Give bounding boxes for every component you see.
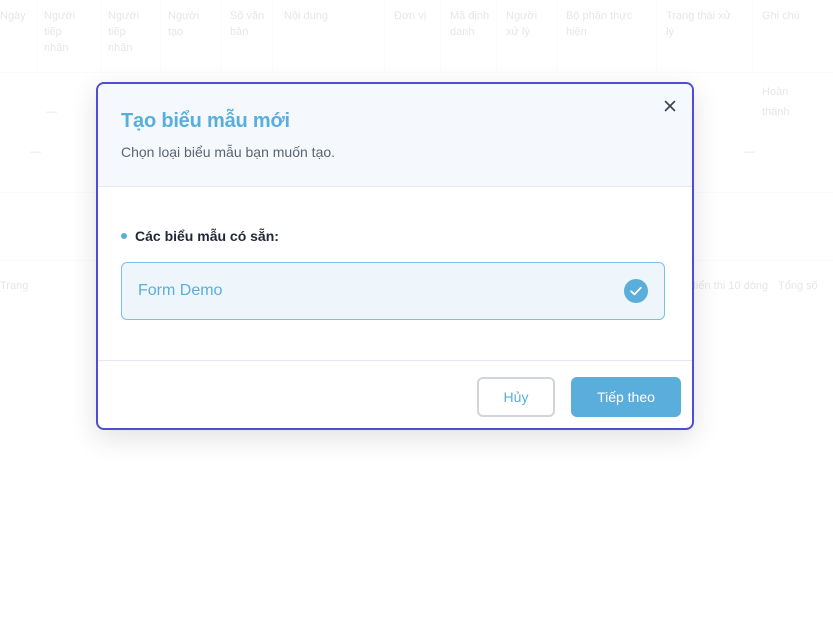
dialog-subtitle: Chọn loại biểu mẫu bạn muốn tạo. — [121, 144, 336, 160]
form-option-label: Form Demo — [138, 282, 223, 299]
bg-column-header: Người xử lý — [506, 10, 538, 38]
bg-column-header: Ngày — [0, 10, 26, 22]
dialog-title: Tạo biểu mẫu mới — [121, 110, 290, 132]
dialog-footer-divider — [98, 360, 692, 361]
create-form-dialog: Tạo biểu mẫu mới Chọn loại biểu mẫu bạn … — [96, 82, 694, 430]
bg-column-header: Trạng thái xử lý — [666, 10, 732, 38]
bg-column-header: Số văn bản — [230, 10, 265, 38]
bg-column-header: Bộ phận thực hiện — [566, 10, 633, 38]
form-option-form-demo[interactable]: Form Demo — [121, 262, 665, 320]
section-label-text: Các biểu mẫu có sẵn: — [135, 228, 279, 244]
background-table-header: Ngày Người tiếp nhận Người tiếp nhận Ngư… — [0, 0, 833, 73]
dialog-header: Tạo biểu mẫu mới Chọn loại biểu mẫu bạn … — [98, 84, 692, 187]
bg-column-header: Ghi chú — [762, 10, 800, 22]
bg-cell: — — [30, 146, 41, 158]
bg-column-header: Người tiếp nhận — [44, 10, 76, 54]
check-circle-icon — [624, 279, 648, 303]
bg-cell: Hoàn thành — [762, 86, 790, 118]
bg-page-size: Hiển thị 10 dòng — [688, 280, 769, 292]
next-button[interactable]: Tiếp theo — [571, 377, 681, 417]
bullet-icon — [121, 233, 127, 239]
bg-total: Tổng số — [778, 280, 818, 292]
page: Ngày Người tiếp nhận Người tiếp nhận Ngư… — [0, 0, 833, 632]
bg-cell: — — [744, 146, 755, 158]
bg-column-header: Mã định danh — [450, 10, 490, 38]
cancel-button[interactable]: Hủy — [477, 377, 555, 417]
bg-column-header: Người tạo — [168, 10, 200, 38]
available-forms-label: Các biểu mẫu có sẵn: — [121, 228, 279, 244]
bg-column-header: Người tiếp nhận — [108, 10, 140, 54]
bg-column-header: Đơn vị — [394, 10, 427, 22]
bg-column-header: Nội dung — [284, 10, 329, 22]
bg-cell: — — [46, 106, 57, 118]
close-icon[interactable] — [662, 98, 678, 114]
bg-pagination-label: Trang — [0, 280, 29, 292]
